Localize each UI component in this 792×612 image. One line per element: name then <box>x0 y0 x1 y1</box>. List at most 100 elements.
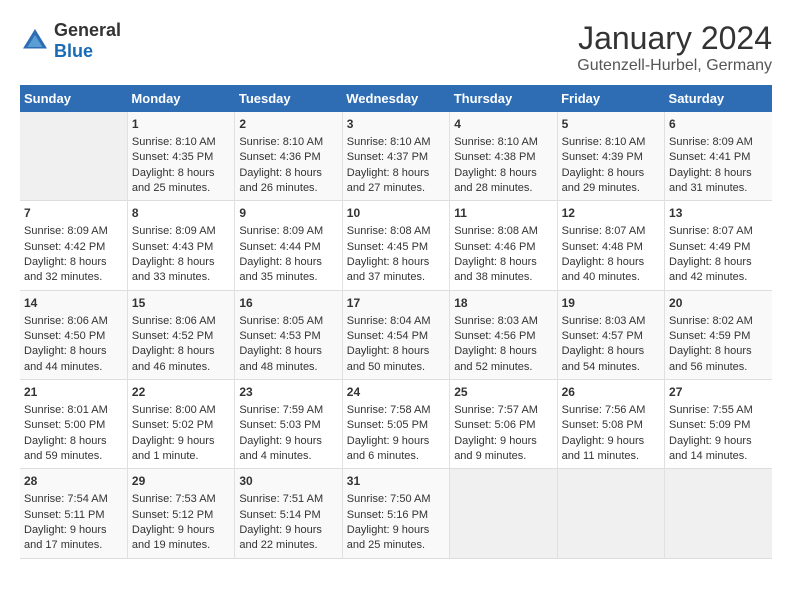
calendar-cell: 27Sunrise: 7:55 AMSunset: 5:09 PMDayligh… <box>665 380 772 469</box>
calendar-cell: 19Sunrise: 8:03 AMSunset: 4:57 PMDayligh… <box>557 290 664 379</box>
calendar-cell: 8Sunrise: 8:09 AMSunset: 4:43 PMDaylight… <box>127 201 234 290</box>
calendar-cell: 9Sunrise: 8:09 AMSunset: 4:44 PMDaylight… <box>235 201 342 290</box>
daylight-text: Daylight: 9 hours and 11 minutes. <box>562 434 660 465</box>
calendar-week-row: 28Sunrise: 7:54 AMSunset: 5:11 PMDayligh… <box>20 469 772 558</box>
weekday-header-saturday: Saturday <box>665 85 772 112</box>
title-block: January 2024 Gutenzell-Hurbel, Germany <box>577 20 772 75</box>
weekday-header-row: SundayMondayTuesdayWednesdayThursdayFrid… <box>20 85 772 112</box>
daylight-text: Daylight: 8 hours and 32 minutes. <box>24 255 123 286</box>
calendar-cell: 23Sunrise: 7:59 AMSunset: 5:03 PMDayligh… <box>235 380 342 469</box>
day-number: 28 <box>24 473 123 490</box>
sunset-text: Sunset: 4:50 PM <box>24 329 123 344</box>
sunset-text: Sunset: 5:12 PM <box>132 508 230 523</box>
sunrise-text: Sunrise: 7:53 AM <box>132 492 230 507</box>
daylight-text: Daylight: 8 hours and 42 minutes. <box>669 255 768 286</box>
daylight-text: Daylight: 8 hours and 29 minutes. <box>562 166 660 197</box>
weekday-header-monday: Monday <box>127 85 234 112</box>
day-number: 13 <box>669 205 768 222</box>
daylight-text: Daylight: 9 hours and 14 minutes. <box>669 434 768 465</box>
day-number: 29 <box>132 473 230 490</box>
sunrise-text: Sunrise: 8:05 AM <box>239 314 337 329</box>
daylight-text: Daylight: 8 hours and 28 minutes. <box>454 166 552 197</box>
daylight-text: Daylight: 8 hours and 52 minutes. <box>454 344 552 375</box>
sunset-text: Sunset: 5:08 PM <box>562 418 660 433</box>
sunset-text: Sunset: 4:48 PM <box>562 240 660 255</box>
day-number: 10 <box>347 205 445 222</box>
sunset-text: Sunset: 4:43 PM <box>132 240 230 255</box>
day-number: 12 <box>562 205 660 222</box>
day-number: 5 <box>562 116 660 133</box>
sunrise-text: Sunrise: 8:08 AM <box>454 224 552 239</box>
sunrise-text: Sunrise: 7:54 AM <box>24 492 123 507</box>
daylight-text: Daylight: 8 hours and 59 minutes. <box>24 434 123 465</box>
sunset-text: Sunset: 4:44 PM <box>239 240 337 255</box>
day-number: 31 <box>347 473 445 490</box>
daylight-text: Daylight: 9 hours and 17 minutes. <box>24 523 123 554</box>
sunset-text: Sunset: 4:35 PM <box>132 150 230 165</box>
daylight-text: Daylight: 8 hours and 50 minutes. <box>347 344 445 375</box>
daylight-text: Daylight: 8 hours and 40 minutes. <box>562 255 660 286</box>
calendar-cell <box>557 469 664 558</box>
sunrise-text: Sunrise: 8:10 AM <box>347 135 445 150</box>
day-number: 19 <box>562 295 660 312</box>
weekday-header-wednesday: Wednesday <box>342 85 449 112</box>
daylight-text: Daylight: 8 hours and 27 minutes. <box>347 166 445 197</box>
daylight-text: Daylight: 9 hours and 22 minutes. <box>239 523 337 554</box>
sunrise-text: Sunrise: 8:10 AM <box>562 135 660 150</box>
calendar-cell: 20Sunrise: 8:02 AMSunset: 4:59 PMDayligh… <box>665 290 772 379</box>
day-number: 21 <box>24 384 123 401</box>
calendar-cell: 13Sunrise: 8:07 AMSunset: 4:49 PMDayligh… <box>665 201 772 290</box>
sunset-text: Sunset: 4:46 PM <box>454 240 552 255</box>
calendar-cell: 14Sunrise: 8:06 AMSunset: 4:50 PMDayligh… <box>20 290 127 379</box>
day-number: 25 <box>454 384 552 401</box>
weekday-header-friday: Friday <box>557 85 664 112</box>
day-number: 3 <box>347 116 445 133</box>
calendar-cell: 31Sunrise: 7:50 AMSunset: 5:16 PMDayligh… <box>342 469 449 558</box>
sunrise-text: Sunrise: 8:08 AM <box>347 224 445 239</box>
daylight-text: Daylight: 8 hours and 54 minutes. <box>562 344 660 375</box>
sunrise-text: Sunrise: 7:58 AM <box>347 403 445 418</box>
daylight-text: Daylight: 9 hours and 1 minute. <box>132 434 230 465</box>
calendar-cell: 21Sunrise: 8:01 AMSunset: 5:00 PMDayligh… <box>20 380 127 469</box>
calendar-cell: 1Sunrise: 8:10 AMSunset: 4:35 PMDaylight… <box>127 112 234 201</box>
sunrise-text: Sunrise: 7:55 AM <box>669 403 768 418</box>
sunrise-text: Sunrise: 8:10 AM <box>239 135 337 150</box>
calendar-cell: 15Sunrise: 8:06 AMSunset: 4:52 PMDayligh… <box>127 290 234 379</box>
sunrise-text: Sunrise: 7:57 AM <box>454 403 552 418</box>
sunset-text: Sunset: 4:42 PM <box>24 240 123 255</box>
weekday-header-thursday: Thursday <box>450 85 557 112</box>
sunset-text: Sunset: 5:11 PM <box>24 508 123 523</box>
day-number: 24 <box>347 384 445 401</box>
calendar-cell: 2Sunrise: 8:10 AMSunset: 4:36 PMDaylight… <box>235 112 342 201</box>
subtitle: Gutenzell-Hurbel, Germany <box>577 57 772 75</box>
calendar-cell: 5Sunrise: 8:10 AMSunset: 4:39 PMDaylight… <box>557 112 664 201</box>
sunset-text: Sunset: 5:09 PM <box>669 418 768 433</box>
day-number: 15 <box>132 295 230 312</box>
sunset-text: Sunset: 4:52 PM <box>132 329 230 344</box>
sunset-text: Sunset: 5:05 PM <box>347 418 445 433</box>
day-number: 9 <box>239 205 337 222</box>
daylight-text: Daylight: 8 hours and 37 minutes. <box>347 255 445 286</box>
day-number: 18 <box>454 295 552 312</box>
sunset-text: Sunset: 4:59 PM <box>669 329 768 344</box>
sunset-text: Sunset: 5:02 PM <box>132 418 230 433</box>
daylight-text: Daylight: 8 hours and 44 minutes. <box>24 344 123 375</box>
sunrise-text: Sunrise: 8:10 AM <box>454 135 552 150</box>
sunrise-text: Sunrise: 8:09 AM <box>239 224 337 239</box>
logo-general-text: General <box>54 20 121 40</box>
daylight-text: Daylight: 8 hours and 26 minutes. <box>239 166 337 197</box>
calendar-cell: 22Sunrise: 8:00 AMSunset: 5:02 PMDayligh… <box>127 380 234 469</box>
calendar-cell: 16Sunrise: 8:05 AMSunset: 4:53 PMDayligh… <box>235 290 342 379</box>
sunrise-text: Sunrise: 8:03 AM <box>562 314 660 329</box>
logo: General Blue <box>20 20 121 62</box>
sunrise-text: Sunrise: 8:07 AM <box>562 224 660 239</box>
sunset-text: Sunset: 5:06 PM <box>454 418 552 433</box>
sunrise-text: Sunrise: 8:03 AM <box>454 314 552 329</box>
daylight-text: Daylight: 8 hours and 46 minutes. <box>132 344 230 375</box>
sunrise-text: Sunrise: 8:09 AM <box>132 224 230 239</box>
calendar-week-row: 1Sunrise: 8:10 AMSunset: 4:35 PMDaylight… <box>20 112 772 201</box>
calendar-cell: 18Sunrise: 8:03 AMSunset: 4:56 PMDayligh… <box>450 290 557 379</box>
sunset-text: Sunset: 5:14 PM <box>239 508 337 523</box>
sunrise-text: Sunrise: 8:02 AM <box>669 314 768 329</box>
calendar-cell: 10Sunrise: 8:08 AMSunset: 4:45 PMDayligh… <box>342 201 449 290</box>
